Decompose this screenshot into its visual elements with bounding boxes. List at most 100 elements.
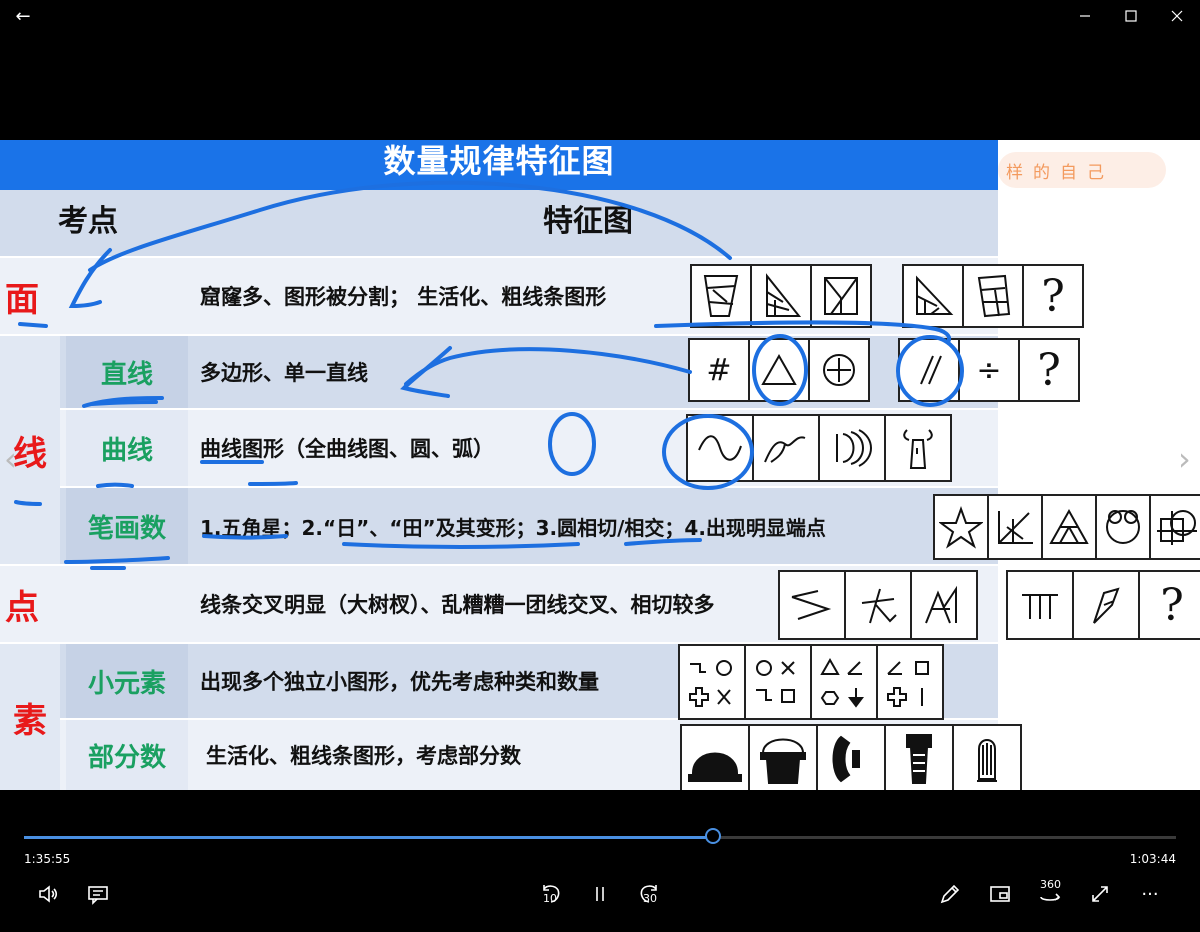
sub-straight: 直线: [66, 336, 188, 408]
question-mark: ?: [1160, 579, 1184, 631]
figure-question-3: ?: [1138, 570, 1200, 640]
figure-pen-tip: [1072, 570, 1140, 640]
figure-flashlight: [884, 724, 954, 790]
seek-thumb[interactable]: [704, 828, 721, 844]
desc-dian: 线条交叉明显（大树杈）、乱糟糟一团线交叉、相切较多: [200, 593, 715, 617]
figure-triangle-grid: [1041, 494, 1097, 560]
figure-split-quad: [962, 264, 1024, 328]
seek-bar-progress: [24, 836, 713, 839]
close-icon: [1171, 10, 1183, 22]
figure-zigzag: [778, 570, 846, 640]
col-header-point: 考点: [58, 204, 118, 239]
category-mian: 面: [5, 279, 39, 320]
title-bar: ←: [0, 0, 1200, 32]
figure-star: [933, 494, 989, 560]
figures-dian-right: ?: [1006, 570, 1200, 640]
figure-triangle: [748, 338, 810, 402]
desc-small-elements: 出现多个独立小图形，优先考虑种类和数量: [200, 670, 599, 694]
vr-360-label: 360: [1040, 878, 1061, 891]
fullscreen-icon: [1092, 886, 1108, 902]
subtitles-icon: [88, 886, 108, 905]
figure-divide: ÷: [958, 338, 1020, 402]
figure-elements-1: [678, 644, 746, 720]
subtitles-button[interactable]: [82, 878, 114, 910]
figure-elements-2: [744, 644, 812, 720]
desc-mian: 窟窿多、图形被分割； 生活化、粗线条图形: [200, 285, 607, 309]
table-header-row: 考点 特征图: [0, 190, 998, 256]
figure-arcs: [818, 414, 886, 482]
figure-circles: [1095, 494, 1151, 560]
figures-parts: [680, 724, 1022, 790]
more-button[interactable]: ···: [1134, 878, 1166, 910]
skip-back-seconds: 10: [543, 892, 557, 905]
figure-split-triangle: [750, 264, 812, 328]
question-mark: ?: [1041, 270, 1065, 322]
figure-comb: [1006, 570, 1074, 640]
next-chevron-icon[interactable]: ›: [1178, 440, 1191, 478]
figure-split-square: [810, 264, 872, 328]
sub-curve: 曲线: [66, 410, 188, 486]
figure-wave: [752, 414, 820, 482]
volume-button[interactable]: [32, 878, 64, 910]
vr-360-button[interactable]: 360: [1034, 878, 1066, 910]
table-row-stroke: 笔画数 1.五角星；2.“日”、“田”及其变形；3.圆相切/相交；4.出现明显端…: [0, 488, 998, 564]
sub-parts: 部分数: [66, 720, 188, 790]
more-icon: ···: [1141, 883, 1159, 905]
skip-back-button[interactable]: 10: [534, 878, 566, 910]
sub-stroke: 笔画数: [66, 488, 188, 564]
player-controls: 1:35:55 1:03:44 10 30 360 ···: [0, 790, 1200, 932]
seek-bar[interactable]: [24, 828, 1176, 844]
figure-helmet: [680, 724, 750, 790]
prev-chevron-icon[interactable]: ‹: [4, 440, 17, 478]
skip-forward-seconds: 30: [643, 892, 657, 905]
pause-button[interactable]: [584, 878, 616, 910]
desc-parts: 生活化、粗线条图形，考虑部分数: [206, 744, 521, 768]
figure-bucket: [748, 724, 818, 790]
desc-curve: 曲线图形（全曲线图、圆、弧）: [200, 437, 494, 461]
hash-symbol: #: [706, 352, 732, 388]
figure-bulb: [952, 724, 1022, 790]
desc-stroke: 1.五角星；2.“日”、“田”及其变形；3.圆相切/相交；4.出现明显端点: [200, 515, 826, 540]
figure-peak: [910, 570, 978, 640]
minimize-icon: [1080, 15, 1090, 17]
back-arrow-icon: ←: [15, 5, 31, 27]
mini-view-button[interactable]: [984, 878, 1016, 910]
figure-phone: [816, 724, 886, 790]
maximize-button[interactable]: [1108, 0, 1154, 32]
figure-double-slash: [898, 338, 960, 402]
figures-straight-right: ÷ ?: [898, 338, 1080, 402]
figure-branch: [844, 570, 912, 640]
close-button[interactable]: [1154, 0, 1200, 32]
figure-question: ?: [1022, 264, 1084, 328]
draw-button[interactable]: [934, 878, 966, 910]
figure-bottle: [884, 414, 952, 482]
figures-mian-left: [690, 264, 872, 328]
category-dian: 点: [5, 587, 39, 628]
pause-icon: [596, 887, 604, 901]
figure-circled-plus: [808, 338, 870, 402]
figures-small-elements: [678, 644, 944, 720]
figure-hash: #: [688, 338, 750, 402]
figure-elements-3: [810, 644, 878, 720]
divide-symbol: ÷: [976, 352, 1002, 388]
figure-question-2: ?: [1018, 338, 1080, 402]
figures-curve: [686, 414, 952, 482]
video-frame[interactable]: 数量规律特征图 样的自己 考点 特征图 面 窟窿多、图形被分割； 生活化、粗线条…: [0, 140, 1200, 790]
figure-split-wedge: [902, 264, 964, 328]
col-header-figure: 特征图: [543, 204, 633, 239]
figure-angle-lines: [987, 494, 1043, 560]
back-button[interactable]: ←: [0, 0, 46, 32]
skip-forward-button[interactable]: 30: [634, 878, 666, 910]
slide-banner: 样的自己: [998, 152, 1166, 188]
slide-title: 数量规律特征图: [383, 142, 615, 180]
figure-sine: [686, 414, 754, 482]
mini-view-icon: [990, 886, 1010, 902]
figure-elements-4: [876, 644, 944, 720]
figure-split-trapezoid: [690, 264, 752, 328]
question-mark: ?: [1037, 344, 1061, 396]
maximize-icon: [1125, 10, 1137, 22]
figures-stroke: [933, 494, 1200, 560]
fullscreen-button[interactable]: [1084, 878, 1116, 910]
minimize-button[interactable]: [1062, 0, 1108, 32]
elapsed-time: 1:35:55: [24, 852, 71, 866]
